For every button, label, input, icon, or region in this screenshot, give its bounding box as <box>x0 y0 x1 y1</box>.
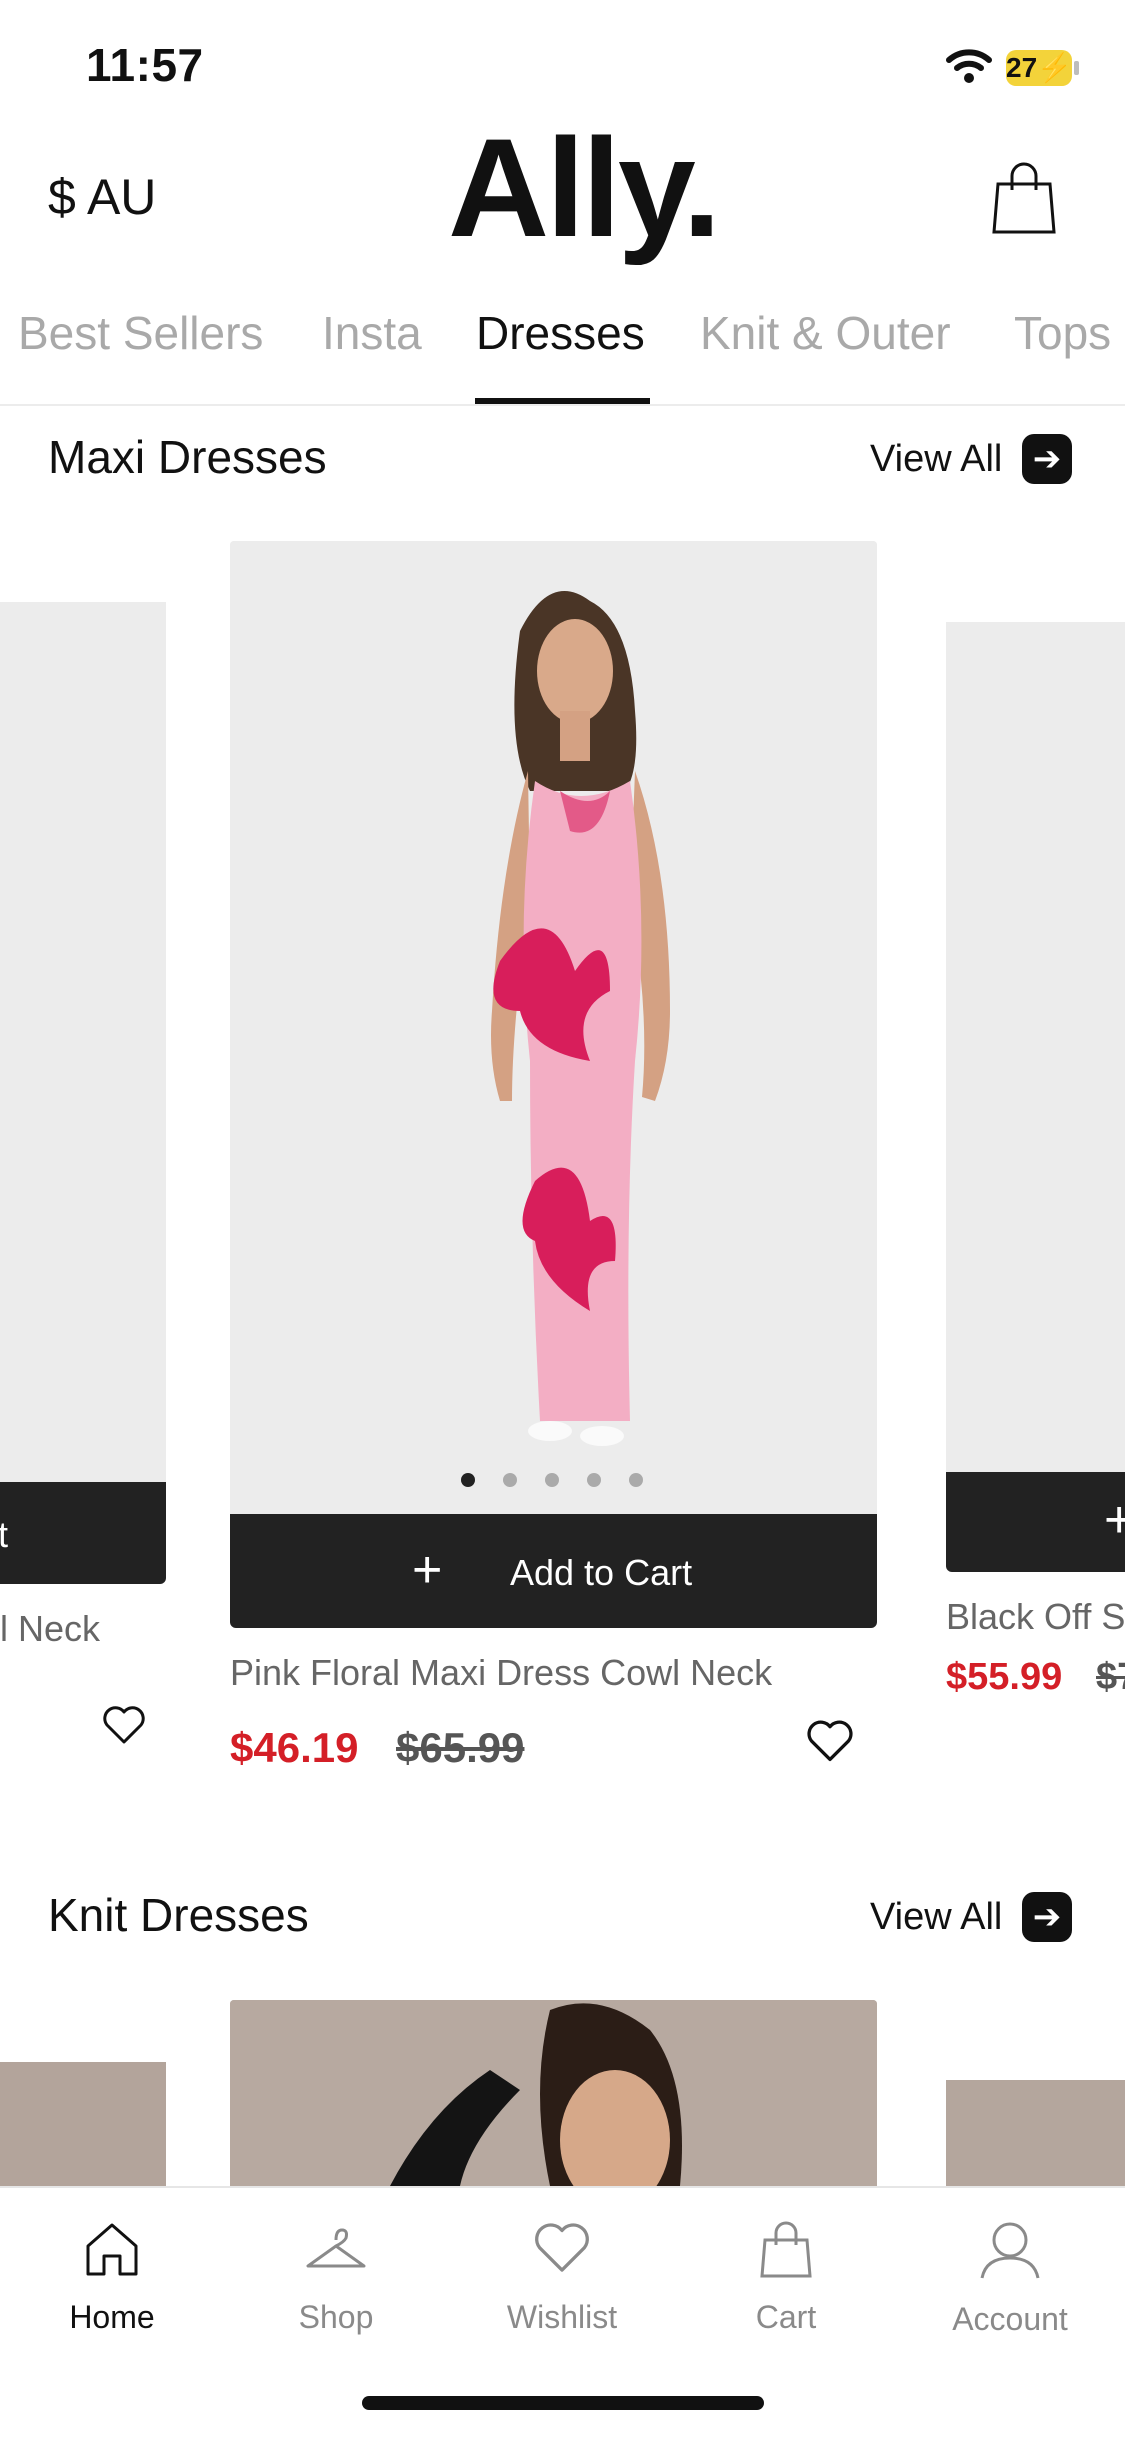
nav-home[interactable]: Home <box>22 2220 202 2336</box>
product-name[interactable]: l Neck <box>0 1608 100 1650</box>
product-image[interactable] <box>230 541 877 1515</box>
view-all-maxi[interactable]: View All <box>870 438 1002 481</box>
bag-icon <box>760 2221 812 2278</box>
plus-icon: + <box>1104 1491 1125 1549</box>
sale-price: $46.19 <box>230 1724 359 1771</box>
home-icon <box>86 2223 138 2276</box>
tab-best-sellers[interactable]: Best Sellers <box>18 306 263 360</box>
add-to-cart-button[interactable]: t <box>0 1482 166 1584</box>
original-price: $7 <box>1096 1656 1125 1698</box>
product-image[interactable] <box>230 2000 877 2186</box>
heart-icon[interactable] <box>806 1720 854 1764</box>
carousel-dot[interactable] <box>503 1473 517 1487</box>
nav-account[interactable]: Account <box>920 2220 1100 2338</box>
tab-tops[interactable]: Tops <box>1014 306 1111 360</box>
heart-icon <box>535 2223 589 2272</box>
nav-shop[interactable]: Shop <box>246 2220 426 2336</box>
battery-indicator: 27⚡ <box>1006 50 1072 86</box>
heart-icon[interactable] <box>102 1706 146 1746</box>
home-indicator[interactable] <box>362 2396 764 2410</box>
product-image[interactable] <box>0 2062 166 2186</box>
plus-icon: + <box>412 1541 443 1599</box>
carousel-dot[interactable] <box>629 1473 643 1487</box>
nav-wishlist[interactable]: Wishlist <box>472 2220 652 2336</box>
carousel-dot[interactable] <box>461 1473 475 1487</box>
add-to-cart-button[interactable]: + <box>946 1472 1125 1572</box>
view-all-knit[interactable]: View All <box>870 1896 1002 1939</box>
hanger-icon <box>306 2228 366 2268</box>
product-image[interactable] <box>946 2080 1125 2186</box>
product-image[interactable] <box>0 602 166 1482</box>
tab-knit-outer[interactable]: Knit & Outer <box>700 306 951 360</box>
carousel-dot[interactable] <box>587 1473 601 1487</box>
brand-logo[interactable]: Ally. <box>448 118 721 258</box>
wifi-icon <box>946 49 992 83</box>
shopping-bag-icon[interactable] <box>988 160 1060 236</box>
product-photo <box>230 541 877 1515</box>
tabs-divider <box>0 404 1125 406</box>
currency-selector[interactable]: $ AU <box>48 168 156 226</box>
user-icon <box>980 2222 1040 2279</box>
battery-cap <box>1074 61 1079 75</box>
product-name[interactable]: Pink Floral Maxi Dress Cowl Neck <box>230 1652 772 1694</box>
arrow-right-icon[interactable]: ➔ <box>1022 1892 1072 1942</box>
product-image[interactable] <box>946 622 1125 1472</box>
sale-price: $55.99 <box>946 1656 1063 1698</box>
category-tabs: Best Sellers Insta Dresses Knit & Outer … <box>0 300 1125 404</box>
product-name[interactable]: Black Off Sh <box>946 1596 1125 1638</box>
tab-insta[interactable]: Insta <box>322 306 422 360</box>
add-to-cart-button[interactable]: + Add to Cart <box>230 1514 877 1628</box>
tab-dresses[interactable]: Dresses <box>476 306 645 360</box>
arrow-right-icon[interactable]: ➔ <box>1022 434 1072 484</box>
carousel-dot[interactable] <box>545 1473 559 1487</box>
section-title-maxi: Maxi Dresses <box>48 431 327 483</box>
status-time: 11:57 <box>86 39 204 91</box>
original-price: $65.99 <box>396 1724 525 1771</box>
nav-cart[interactable]: Cart <box>696 2220 876 2336</box>
section-title-knit: Knit Dresses <box>48 1889 309 1941</box>
product-photo <box>230 2000 877 2186</box>
